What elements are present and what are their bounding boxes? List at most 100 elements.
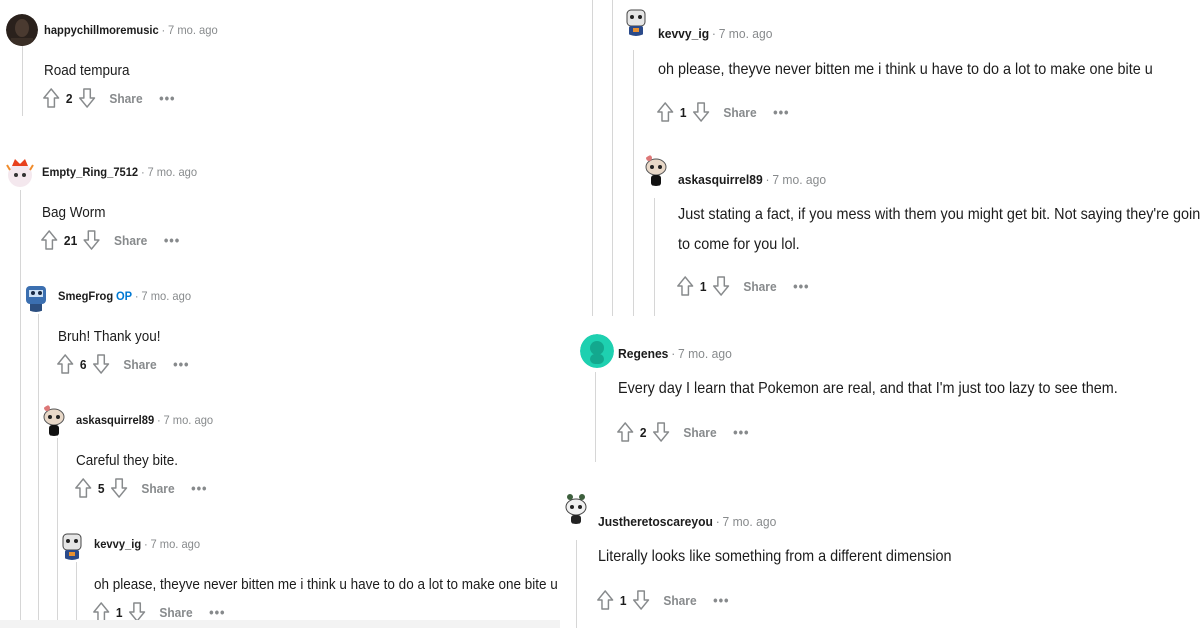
- share-button[interactable]: Share: [723, 105, 756, 120]
- timestamp[interactable]: 7 mo. ago: [141, 289, 191, 303]
- share-button[interactable]: Share: [123, 357, 156, 372]
- separator-dot: ·: [134, 289, 139, 303]
- separator-dot: ·: [143, 537, 148, 551]
- crowned-avatar[interactable]: [4, 156, 36, 188]
- comment-body: Just stating a fact, if you mess with th…: [678, 206, 1200, 253]
- upvote-icon[interactable]: [656, 101, 674, 123]
- comment-meta: SmegFrog OP · 7 mo. ago: [58, 289, 191, 303]
- comment: SmegFrog OP · 7 mo. ago Bruh! Thank you! 6 …: [20, 280, 540, 390]
- author-name[interactable]: askasquirrel89: [678, 172, 763, 187]
- downvote-icon[interactable]: [692, 101, 710, 123]
- comment-meta: askasquirrel89 · 7 mo. ago: [678, 172, 826, 187]
- vote-count: 2: [65, 90, 73, 106]
- separator-dot: ·: [161, 23, 166, 37]
- comment-body: Bruh! Thank you!: [58, 328, 161, 345]
- author-name[interactable]: Justheretoscareyou: [598, 514, 713, 529]
- share-button[interactable]: Share: [141, 481, 174, 496]
- comment-body: oh please, theyve never bitten me i thin…: [658, 61, 1153, 78]
- share-button[interactable]: Share: [114, 233, 147, 248]
- separator-dot: ·: [711, 26, 716, 41]
- upvote-icon[interactable]: [596, 589, 614, 611]
- share-button[interactable]: Share: [159, 605, 192, 620]
- comment-body: Every day I learn that Pokemon are real,…: [618, 380, 1118, 397]
- vote-count: 1: [619, 592, 627, 608]
- downvote-icon[interactable]: [110, 477, 128, 499]
- author-name[interactable]: SmegFrog: [58, 289, 113, 303]
- snoo-avatar[interactable]: [560, 492, 592, 524]
- share-button[interactable]: Share: [743, 279, 776, 294]
- vote-count: 5: [97, 480, 105, 496]
- downvote-icon[interactable]: [712, 275, 730, 297]
- upvote-icon[interactable]: [74, 477, 92, 499]
- comment-meta: Justheretoscareyou · 7 mo. ago: [598, 514, 776, 529]
- vote-count: 1: [699, 278, 707, 294]
- downvote-icon[interactable]: [78, 87, 96, 109]
- upvote-icon[interactable]: [40, 229, 58, 251]
- comment-actions: 6 Share •••: [56, 352, 189, 376]
- dark-photo-avatar[interactable]: [6, 14, 38, 46]
- more-options-icon[interactable]: •••: [164, 232, 180, 248]
- separator-dot: ·: [156, 413, 161, 427]
- downvote-icon[interactable]: [652, 421, 670, 443]
- more-options-icon[interactable]: •••: [159, 90, 175, 106]
- author-name[interactable]: kevvy_ig: [94, 537, 141, 551]
- vote-count: 1: [679, 104, 687, 120]
- comment-body: Bag Worm: [42, 204, 106, 221]
- downvote-icon[interactable]: [92, 353, 110, 375]
- upvote-icon[interactable]: [56, 353, 74, 375]
- timestamp[interactable]: 7 mo. ago: [147, 165, 197, 179]
- timestamp[interactable]: 7 mo. ago: [719, 26, 773, 41]
- more-options-icon[interactable]: •••: [733, 424, 749, 440]
- downvote-icon[interactable]: [83, 229, 101, 251]
- snoo-avatar[interactable]: [56, 528, 88, 560]
- snoo-avatar[interactable]: [620, 4, 652, 36]
- comment: Justheretoscareyou · 7 mo. ago Literally l…: [560, 492, 1180, 622]
- comment-actions: 1 Share •••: [656, 100, 789, 124]
- thread-line: [612, 0, 613, 316]
- bottom-edge: [0, 620, 560, 628]
- more-options-icon[interactable]: •••: [209, 604, 225, 620]
- more-options-icon[interactable]: •••: [793, 278, 809, 294]
- thread-line: [592, 0, 593, 316]
- timestamp[interactable]: 7 mo. ago: [163, 413, 213, 427]
- author-name[interactable]: kevvy_ig: [658, 26, 709, 41]
- separator-dot: ·: [765, 172, 770, 187]
- upvote-icon[interactable]: [42, 87, 60, 109]
- comment-meta: kevvy_ig · 7 mo. ago: [94, 537, 200, 551]
- upvote-icon[interactable]: [616, 421, 634, 443]
- more-options-icon[interactable]: •••: [191, 480, 207, 496]
- timestamp[interactable]: 7 mo. ago: [723, 514, 777, 529]
- share-button[interactable]: Share: [683, 425, 716, 440]
- comment-meta: kevvy_ig · 7 mo. ago: [658, 26, 772, 41]
- timestamp[interactable]: 7 mo. ago: [772, 172, 826, 187]
- more-options-icon[interactable]: •••: [173, 356, 189, 372]
- robot-avatar[interactable]: [20, 280, 52, 312]
- comment-meta: happychillmoremusic · 7 mo. ago: [44, 23, 218, 37]
- vote-count: 2: [639, 424, 647, 440]
- more-options-icon[interactable]: •••: [713, 592, 729, 608]
- downvote-icon[interactable]: [632, 589, 650, 611]
- author-name[interactable]: happychillmoremusic: [44, 23, 159, 37]
- snoo-avatar[interactable]: [38, 404, 70, 436]
- timestamp[interactable]: 7 mo. ago: [150, 537, 200, 551]
- share-button[interactable]: Share: [109, 91, 142, 106]
- timestamp[interactable]: 7 mo. ago: [678, 346, 732, 361]
- author-name[interactable]: Empty_Ring_7512: [42, 165, 138, 179]
- vote-count: 6: [79, 356, 87, 372]
- upvote-icon[interactable]: [676, 275, 694, 297]
- share-button[interactable]: Share: [663, 593, 696, 608]
- comment-actions: 1 Share •••: [676, 274, 809, 298]
- snoo-avatar[interactable]: [640, 154, 672, 186]
- more-options-icon[interactable]: •••: [773, 104, 789, 120]
- comment-body: Careful they bite.: [76, 452, 179, 469]
- separator-dot: ·: [671, 346, 676, 361]
- author-name[interactable]: askasquirrel89: [76, 413, 154, 427]
- comment-meta: Empty_Ring_7512 · 7 mo. ago: [42, 165, 197, 179]
- timestamp[interactable]: 7 mo. ago: [168, 23, 218, 37]
- right-comment-panel: kevvy_ig · 7 mo. ago oh please, theyve nev…: [560, 0, 1200, 628]
- teal-avatar[interactable]: [580, 334, 614, 368]
- separator-dot: ·: [715, 514, 720, 529]
- author-name[interactable]: Regenes: [618, 346, 668, 361]
- comment-body: Road tempura: [44, 62, 130, 79]
- comment-meta: askasquirrel89 · 7 mo. ago: [76, 413, 213, 427]
